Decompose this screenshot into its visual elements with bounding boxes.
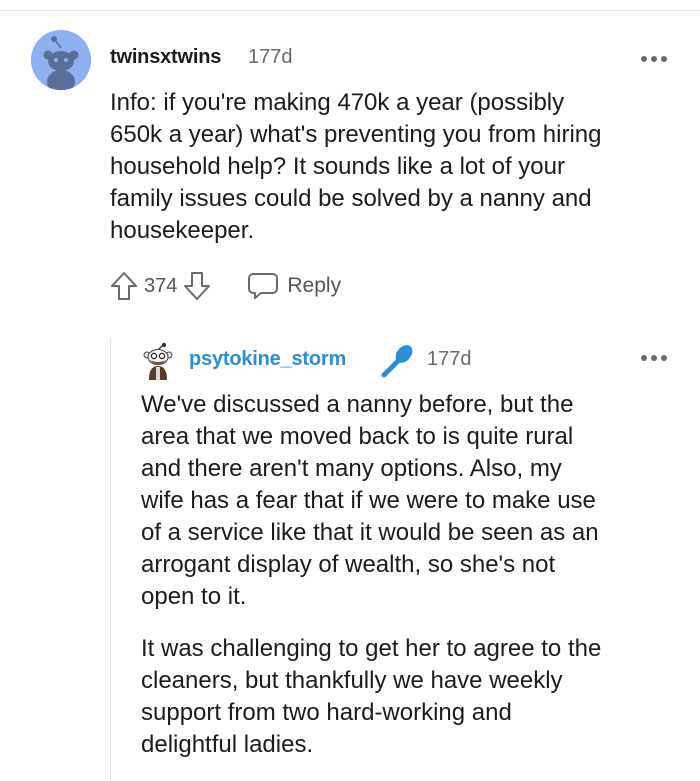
comment-line: We've discussed a nanny before, but the	[141, 391, 574, 418]
avatar[interactable]	[141, 342, 175, 382]
comment-body: Info: if you're making 470k a year (poss…	[110, 87, 602, 247]
speech-bubble-icon	[248, 273, 279, 299]
comment-line: wife has a fear that if we were to make …	[141, 487, 596, 514]
comment-line: Info: if you're making 470k a year (poss…	[110, 89, 565, 116]
comment-paragraph: It was challenging to get her to agree t…	[141, 633, 601, 761]
comment-line: delightful ladies.	[141, 731, 314, 758]
more-options-icon[interactable]	[641, 56, 667, 64]
comment-author[interactable]: psytokine_storm	[189, 348, 346, 371]
comment-line: cleaners, but thankfully we have weekly	[141, 667, 563, 694]
comment-actions: 374 Reply	[108, 268, 341, 304]
snoo-avatar-icon	[31, 30, 91, 90]
comment-line: 650k a year) what's preventing you from …	[110, 121, 602, 148]
microphone-icon	[378, 342, 418, 378]
comment-line: and there aren't many options. Also, my	[141, 455, 562, 482]
more-options-icon[interactable]	[641, 355, 667, 363]
comment-line: support from two hard-working and	[141, 699, 512, 726]
comment-line: It was challenging to get her to agree t…	[141, 635, 602, 662]
top-divider	[0, 10, 700, 11]
comment-line: household help? It sounds like a lot of …	[110, 153, 565, 180]
comment-age: 177d	[427, 348, 472, 370]
comment-line: open to it.	[141, 583, 247, 610]
comment-line: family issues could be solved by a nanny…	[110, 185, 592, 212]
downvote-button[interactable]	[181, 270, 213, 302]
snoo-avatar-icon	[143, 342, 173, 380]
upvote-arrow-icon	[111, 272, 137, 300]
avatar[interactable]	[31, 30, 91, 90]
comment-line: housekeeper.	[110, 217, 255, 244]
reply-button[interactable]: Reply	[247, 271, 341, 301]
reply-label: Reply	[287, 274, 342, 297]
downvote-arrow-icon	[184, 272, 211, 300]
comment-line: of a service like that it would be seen …	[141, 519, 599, 546]
comment-age: 177d	[248, 46, 293, 68]
thread-line[interactable]	[110, 338, 111, 781]
upvote-button[interactable]	[108, 270, 140, 302]
comment-line: area that we moved back to is quite rura…	[141, 423, 574, 450]
comment-author[interactable]: twinsxtwins	[110, 46, 221, 69]
comment-line: arrogant display of wealth, so she's not	[141, 551, 556, 578]
vote-score: 374	[144, 274, 178, 297]
comment-paragraph: We've discussed a nanny before, but the …	[141, 389, 599, 613]
